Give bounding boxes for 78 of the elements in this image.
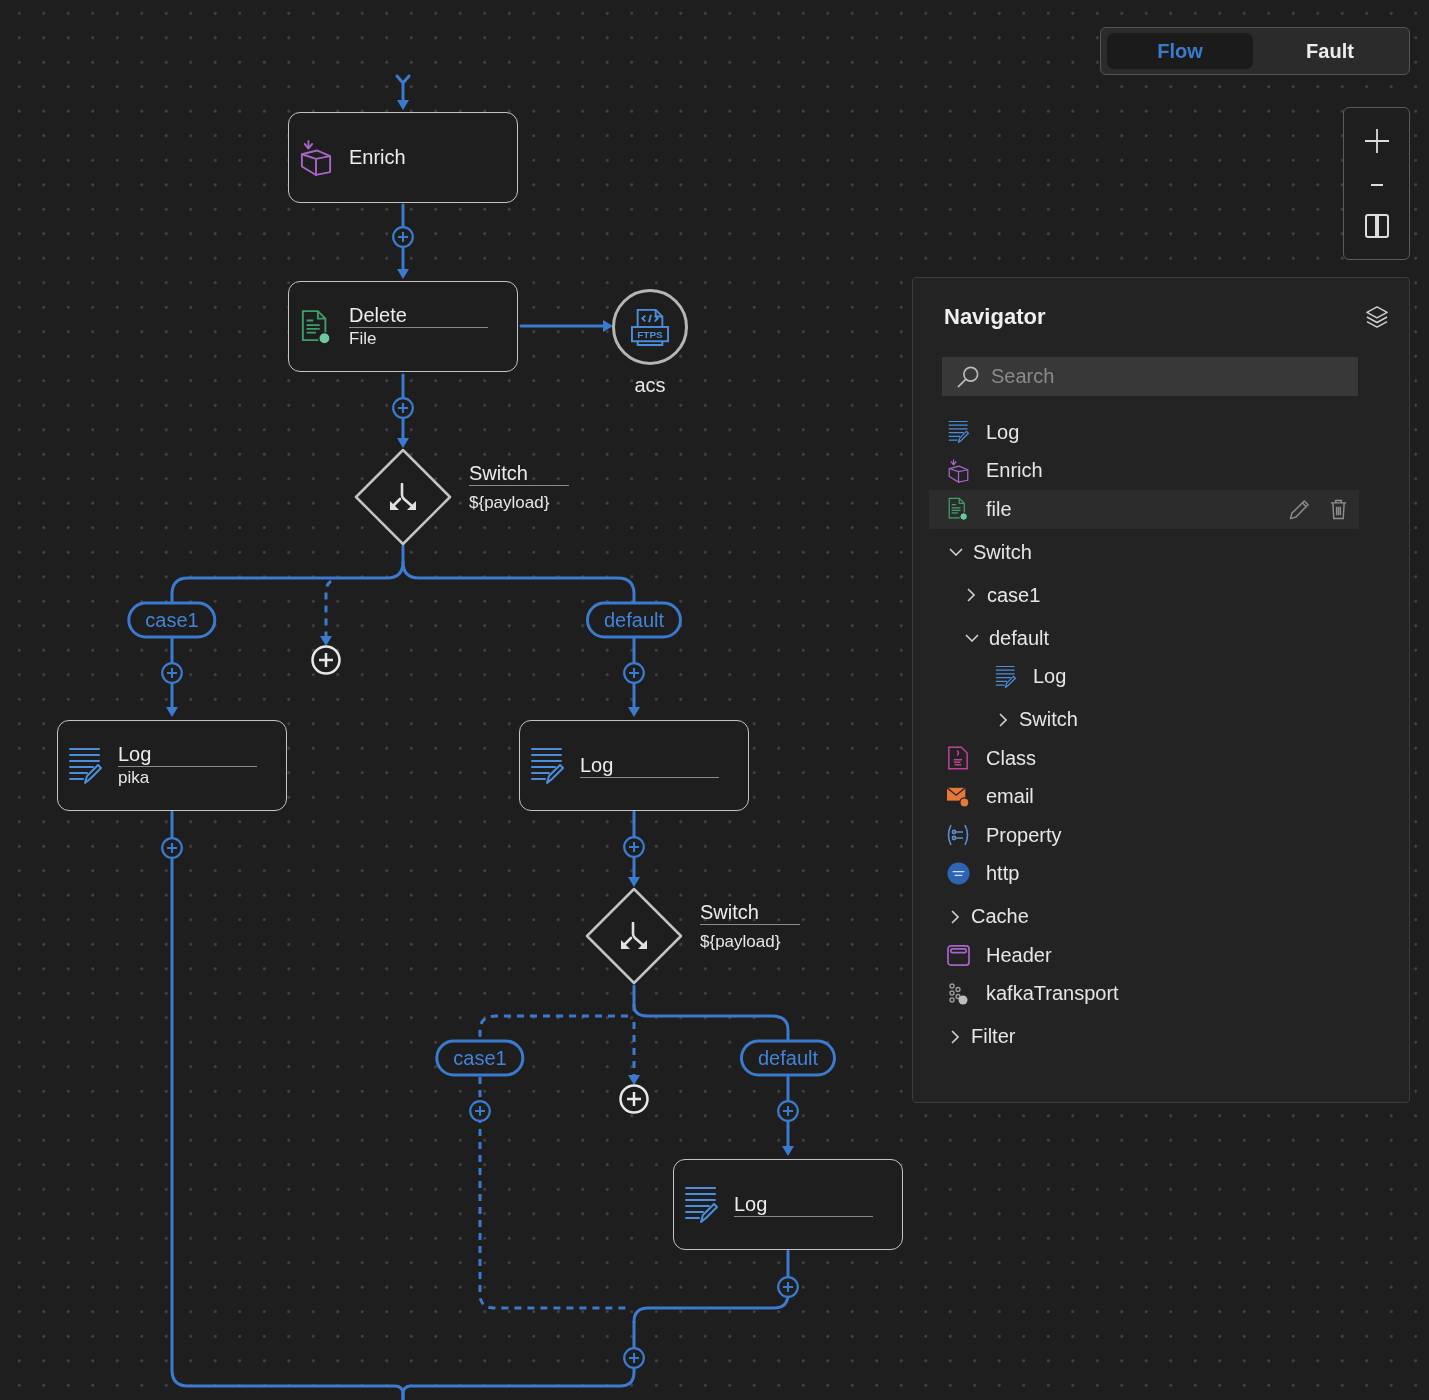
split-arrows-icon (619, 922, 649, 950)
lines-pencil-icon (994, 664, 1016, 689)
box-arrow-icon (300, 139, 332, 176)
switch-expression: ${payload} (700, 931, 782, 952)
layers-icon[interactable] (1366, 306, 1388, 328)
navigator-item[interactable]: email (929, 777, 1359, 816)
navigator-item[interactable]: Header (929, 936, 1359, 975)
lines-pencil-icon (530, 746, 564, 785)
node-title: Delete (349, 304, 488, 328)
navigator-item[interactable]: Property (929, 816, 1359, 855)
lines-pencil-icon (947, 420, 969, 445)
node-title: Log (580, 753, 719, 778)
envelope-icon (946, 785, 970, 808)
trash-icon[interactable] (1330, 498, 1347, 520)
chevron-right-icon[interactable] (951, 1029, 959, 1044)
view-tab[interactable]: Flow (1107, 33, 1253, 69)
branch-label[interactable]: default (585, 601, 683, 639)
endpoint-label: acs (634, 373, 666, 397)
connector-arrow (320, 579, 333, 646)
view-tab[interactable]: Fault (1257, 33, 1403, 69)
step-node[interactable]: Delete File (288, 281, 518, 372)
navigator-title: Navigator (944, 304, 1046, 330)
lines-pencil-icon (68, 746, 102, 785)
lines-pencil-icon (684, 1185, 718, 1224)
node-description: pika (118, 767, 151, 788)
box-arrow-icon (947, 458, 969, 483)
node-title: Enrich (349, 146, 407, 169)
node-title: Log (734, 1192, 873, 1217)
chevron-down-icon[interactable] (965, 634, 979, 643)
connector-line (401, 544, 405, 564)
chevron-right-icon[interactable] (951, 909, 959, 924)
branch-label[interactable]: default (739, 1039, 837, 1077)
navigator-item[interactable]: case1 (929, 576, 1359, 615)
nodes-icon (948, 982, 968, 1005)
chevron-right-icon[interactable] (999, 712, 1007, 727)
navigator-item[interactable]: kafkaTransport (929, 974, 1359, 1013)
document-icon (948, 497, 968, 522)
switch-node[interactable] (353, 447, 453, 547)
step-node[interactable]: Log (519, 720, 749, 811)
step-node[interactable]: Enrich (288, 112, 518, 203)
navigator-item[interactable]: Log (929, 413, 1359, 452)
navigator-item[interactable]: default (929, 619, 1359, 658)
pencil-icon[interactable] (1289, 498, 1310, 520)
chevron-right-icon[interactable] (967, 588, 975, 603)
connector-arrow (628, 1022, 640, 1085)
node-title: Log (118, 743, 257, 767)
minus-icon[interactable] (1370, 184, 1383, 186)
switch-title: Switch (469, 462, 569, 486)
switch-node[interactable] (584, 886, 684, 986)
window-icon (946, 944, 970, 966)
navigator-item[interactable]: Log (929, 657, 1359, 696)
navigator-item[interactable]: Enrich (929, 451, 1359, 490)
split-arrows-icon (388, 483, 418, 511)
search-icon (957, 365, 979, 388)
document-icon (948, 746, 968, 771)
search-field[interactable]: Search (942, 357, 1358, 396)
switch-expression: ${payload} (469, 492, 551, 513)
navigator-item[interactable]: Cache (929, 897, 1359, 936)
navigator-item[interactable]: http (929, 854, 1359, 893)
split-view-icon[interactable] (1364, 214, 1389, 238)
node-description: File (349, 328, 378, 349)
round-badge-icon (946, 862, 970, 886)
brackets-icon (946, 824, 970, 847)
step-node[interactable]: Log (673, 1159, 903, 1250)
switch-title: Switch (700, 901, 800, 925)
plus-icon[interactable] (1364, 129, 1389, 153)
navigator-item[interactable]: Class (929, 739, 1359, 778)
navigator-item[interactable]: Switch (929, 700, 1359, 739)
endpoint-node[interactable]: FTPS (612, 289, 688, 365)
entry-arrow (395, 74, 411, 110)
navigator-item[interactable]: Switch (929, 533, 1359, 572)
branch-label[interactable]: case1 (435, 1039, 525, 1077)
document-icon (301, 308, 331, 345)
chevron-down-icon[interactable] (949, 548, 963, 557)
navigator-item[interactable]: file (929, 490, 1359, 529)
branch-label[interactable]: case1 (127, 601, 217, 639)
navigator-item[interactable]: Filter (929, 1017, 1359, 1056)
step-node[interactable]: Log pika (57, 720, 287, 811)
